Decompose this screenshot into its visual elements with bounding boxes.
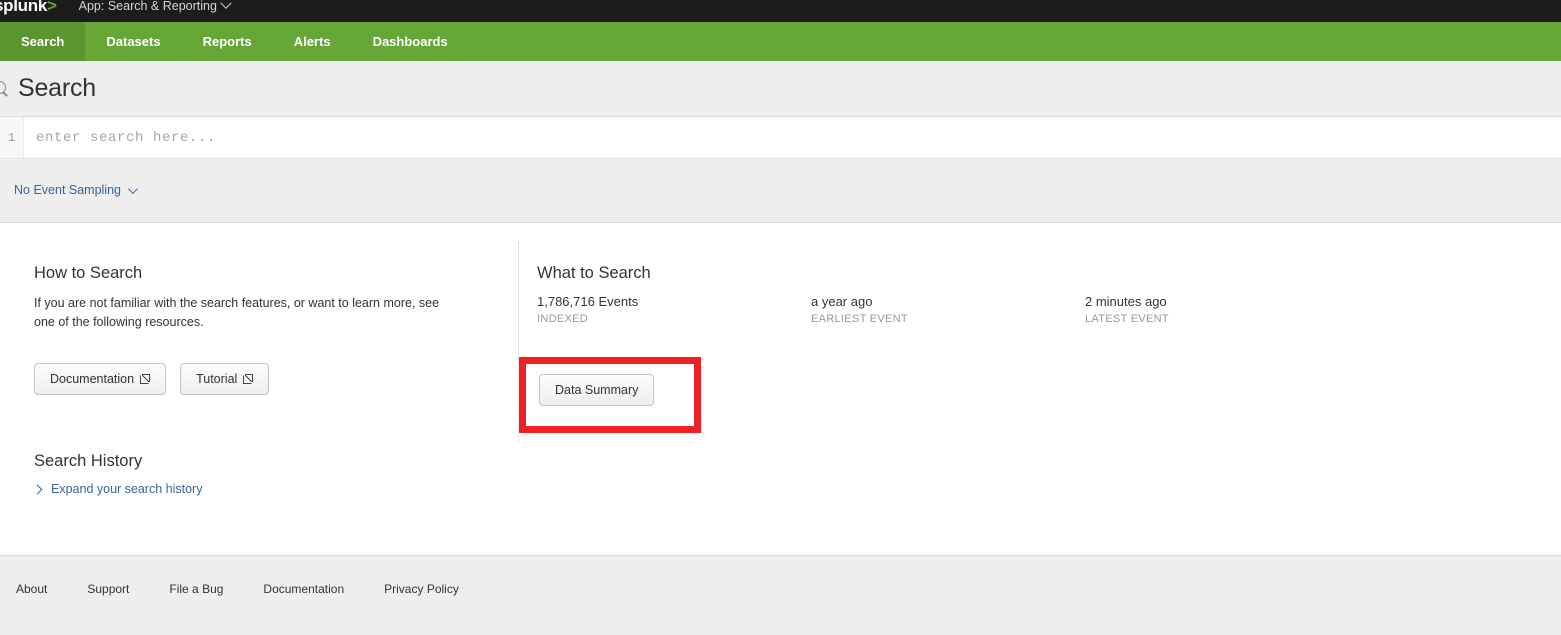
app-selector-menu[interactable]: App: Search & Reporting: [78, 0, 232, 22]
search-input[interactable]: [24, 117, 1561, 158]
nav-item-reports[interactable]: Reports: [182, 22, 273, 61]
primary-navigation: Search Datasets Reports Alerts Dashboard…: [0, 22, 1561, 61]
stat-indexed: 1,786,716 Events INDEXED: [537, 294, 811, 325]
data-summary-button-wrapper: Data Summary: [539, 374, 655, 406]
footer-link-file-a-bug[interactable]: File a Bug: [149, 582, 243, 596]
page-title: Search: [18, 74, 97, 102]
documentation-button-label: Documentation: [50, 371, 135, 386]
column-divider: [518, 242, 519, 442]
app-selector-label: App: Search & Reporting: [78, 0, 217, 13]
stat-label: INDEXED: [537, 313, 588, 325]
footer-links: About Support File a Bug Documentation P…: [0, 582, 479, 596]
page-title-row: Search: [0, 73, 96, 103]
stat-earliest-event: a year ago EARLIEST EVENT: [811, 294, 1085, 325]
stat-label: EARLIEST EVENT: [811, 313, 908, 325]
how-to-search-panel: How to Search If you are not familiar wi…: [34, 264, 494, 395]
app-bar: splunk> App: Search & Reporting: [0, 0, 1561, 22]
how-to-search-title: How to Search: [34, 264, 143, 282]
nav-item-search[interactable]: Search: [0, 22, 86, 61]
stat-label: LATEST EVENT: [1085, 313, 1169, 325]
chevron-right-icon: [32, 484, 43, 494]
search-line-number: 1: [0, 117, 24, 158]
footer-link-support[interactable]: Support: [67, 582, 149, 596]
logo-caret: >: [47, 0, 57, 15]
nav-item-label: Reports: [202, 34, 252, 49]
sampling-row: No Event Sampling: [0, 159, 1561, 223]
footer-link-about[interactable]: About: [0, 582, 67, 596]
search-history-panel: Search History Expand your search histor…: [32, 452, 203, 496]
chevron-down-icon: [220, 0, 232, 9]
search-history-title: Search History: [34, 452, 143, 470]
expand-search-history-label: Expand your search history: [51, 482, 203, 496]
logo-text: splunk: [0, 0, 47, 15]
main-content: How to Search If you are not familiar wi…: [0, 224, 1561, 555]
nav-item-label: Datasets: [106, 34, 161, 49]
tutorial-button[interactable]: Tutorial: [180, 362, 270, 395]
how-to-search-buttons: Documentation Tutorial: [34, 362, 494, 395]
page-footer: About Support File a Bug Documentation P…: [0, 555, 1561, 635]
nav-item-dashboards[interactable]: Dashboards: [352, 22, 469, 61]
nav-item-datasets[interactable]: Datasets: [85, 22, 181, 61]
what-to-search-stats: 1,786,716 Events INDEXED a year ago EARL…: [537, 294, 1497, 325]
nav-item-label: Dashboards: [372, 34, 448, 49]
tutorial-button-label: Tutorial: [196, 371, 238, 386]
event-sampling-label: No Event Sampling: [14, 183, 122, 197]
stat-latest-event: 2 minutes ago LATEST EVENT: [1085, 294, 1359, 325]
nav-item-label: Alerts: [293, 34, 331, 49]
data-summary-button-label: Data Summary: [555, 383, 639, 397]
nav-item-alerts[interactable]: Alerts: [273, 22, 352, 61]
stat-value: 2 minutes ago: [1085, 294, 1167, 309]
stat-value: a year ago: [811, 294, 873, 309]
documentation-button[interactable]: Documentation: [34, 362, 167, 395]
how-to-search-body: If you are not familiar with the search …: [34, 296, 440, 330]
search-bar[interactable]: 1: [0, 117, 1561, 159]
search-icon: [0, 80, 9, 97]
what-to-search-panel: What to Search 1,786,716 Events INDEXED …: [537, 264, 1497, 325]
data-summary-button[interactable]: Data Summary: [539, 374, 655, 406]
footer-link-documentation[interactable]: Documentation: [243, 582, 364, 596]
stat-value: 1,786,716 Events: [537, 294, 639, 309]
page-header: Search: [0, 61, 1561, 117]
footer-link-privacy-policy[interactable]: Privacy Policy: [364, 582, 479, 596]
expand-search-history-link[interactable]: Expand your search history: [32, 482, 203, 496]
what-to-search-title: What to Search: [537, 264, 651, 282]
external-link-icon: [140, 373, 151, 384]
nav-item-label: Search: [21, 34, 65, 49]
splunk-logo[interactable]: splunk>: [0, 0, 57, 22]
chevron-down-icon: [127, 183, 138, 194]
external-link-icon: [243, 373, 254, 384]
event-sampling-dropdown[interactable]: No Event Sampling: [14, 183, 138, 197]
